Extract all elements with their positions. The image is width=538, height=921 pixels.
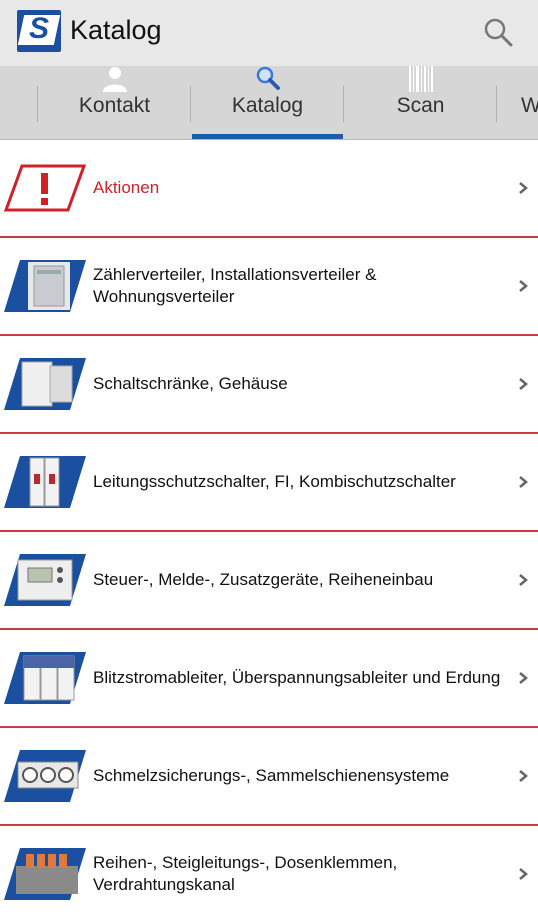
app-logo-letter: S: [28, 12, 49, 45]
tab-kontakt[interactable]: Kontakt: [38, 66, 191, 139]
list-item-schmelzsicherungen[interactable]: Schmelzsicherungs-, Sammelschienensystem…: [0, 728, 538, 826]
list-item-aktionen[interactable]: Aktionen: [0, 140, 538, 238]
tab-bar: Kontakt Katalog Scan W: [0, 66, 538, 140]
chevron-right-icon: [519, 476, 528, 488]
list-item-label: Schmelzsicherungs-, Sammelschienensystem…: [93, 766, 450, 785]
tab-partial[interactable]: W: [497, 66, 538, 139]
search-button[interactable]: [478, 12, 520, 54]
list-item-label: Aktionen: [93, 178, 160, 197]
chevron-right-icon: [519, 182, 528, 194]
tab-katalog[interactable]: Katalog: [191, 66, 344, 139]
list-item-label: Reihen-, Steigleitungs-, Dosenklemmen, V…: [93, 853, 398, 894]
person-icon: [102, 67, 127, 92]
chevron-right-icon: [519, 280, 528, 292]
list-item-reihenklemmen[interactable]: Reihen-, Steigleitungs-, Dosenklemmen, V…: [0, 826, 538, 921]
tab-scan[interactable]: Scan: [344, 66, 497, 139]
catalog-list: Aktionen Zählerverteiler, Installationsv…: [0, 140, 538, 921]
chevron-right-icon: [519, 672, 528, 684]
distribution-board-thumb: [4, 260, 86, 312]
tab-label: Katalog: [231, 94, 304, 117]
list-item-label: Blitzstromableiter, Überspannungsableite…: [93, 668, 501, 687]
list-item-leitungsschutzschalter[interactable]: Leitungsschutzschalter, FI, Kombischutzs…: [0, 434, 538, 532]
action-bar: S Katalog: [0, 0, 538, 66]
list-item-steuergeraete[interactable]: Steuer-, Melde-, Zusatzgeräte, Reihenein…: [0, 532, 538, 630]
list-item-label: Leitungsschutzschalter, FI, Kombischutzs…: [93, 472, 456, 491]
fuse-system-thumb: [4, 750, 86, 802]
magnifier-icon: [256, 66, 280, 90]
search-icon: [484, 18, 513, 47]
tab-label: Scan: [396, 94, 445, 117]
list-item-label: Schaltschränke, Gehäuse: [93, 374, 288, 393]
chevron-right-icon: [519, 378, 528, 390]
cabinet-thumb: [4, 358, 86, 410]
list-item-label: Zählerverteiler, Installationsverteiler …: [93, 265, 377, 306]
barcode-icon: [408, 66, 433, 92]
chevron-right-icon: [519, 770, 528, 782]
list-item-schaltschraenke[interactable]: Schaltschränke, Gehäuse: [0, 336, 538, 434]
chevron-right-icon: [519, 574, 528, 586]
terminal-block-thumb: [4, 848, 86, 900]
warning-exclamation-icon: [4, 164, 86, 212]
tab-label: W: [497, 94, 538, 118]
list-item-zaehlerverteiler[interactable]: Zählerverteiler, Installationsverteiler …: [0, 238, 538, 336]
tab-label: Kontakt: [78, 94, 151, 117]
list-item-blitzstromableiter[interactable]: Blitzstromableiter, Überspannungsableite…: [0, 630, 538, 728]
circuit-breaker-thumb: [4, 456, 86, 508]
surge-protector-thumb: [4, 652, 86, 704]
app-title: Katalog: [70, 15, 162, 45]
app-logo: S: [17, 10, 61, 52]
control-device-thumb: [4, 554, 86, 606]
list-item-label: Steuer-, Melde-, Zusatzgeräte, Reihenein…: [93, 570, 434, 589]
chevron-right-icon: [519, 868, 528, 880]
